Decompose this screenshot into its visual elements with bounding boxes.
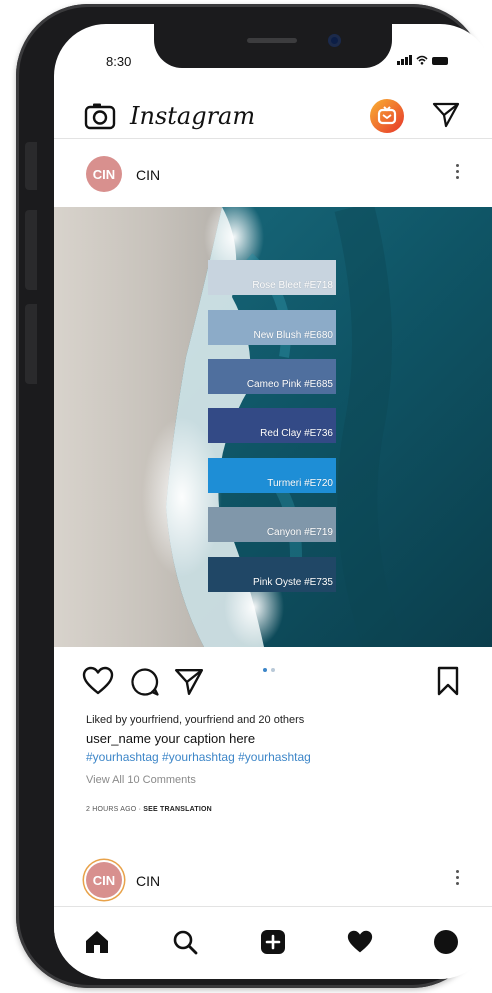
post-meta: 2 HOURS AGO · SEE TRANSLATION [86, 806, 212, 813]
next-post-header: CIN CIN [54, 854, 492, 910]
post-actions [54, 656, 492, 712]
top-bar: Instagram [54, 82, 492, 154]
volume-down-button [25, 304, 37, 384]
direct-message-icon[interactable] [432, 101, 460, 129]
mute-switch [25, 142, 37, 190]
next-post-username[interactable]: CIN [136, 873, 160, 889]
swatch-red-clay: Red Clay #E736 [208, 408, 336, 443]
carousel-dot [271, 668, 275, 672]
like-heart-icon[interactable] [82, 666, 114, 696]
carousel-dot-active [263, 668, 267, 672]
post-username[interactable]: CIN [136, 167, 160, 183]
signal-icon [397, 55, 412, 65]
search-icon[interactable] [172, 929, 198, 955]
battery-icon [432, 57, 448, 65]
bottom-nav [54, 906, 492, 979]
next-post-more-options-icon[interactable] [456, 870, 460, 885]
home-icon[interactable] [84, 929, 110, 955]
post-header: CIN CIN [54, 148, 492, 204]
igtv-icon[interactable] [370, 99, 404, 133]
status-time: 8:30 [106, 54, 132, 69]
more-options-icon[interactable] [456, 164, 460, 179]
view-comments-link[interactable]: View All 10 Comments [86, 774, 196, 786]
comment-icon[interactable] [130, 667, 160, 697]
carousel-indicator [263, 668, 275, 672]
swatch-cameo-pink: Cameo Pink #E685 [208, 359, 336, 394]
hashtags[interactable]: #yourhashtag #yourhashtag #yourhashtag [86, 750, 311, 764]
swatch-turmeri: Turmeri #E720 [208, 458, 336, 493]
swatch-canyon: Canyon #E719 [208, 507, 336, 542]
next-post-avatar[interactable]: CIN [86, 862, 122, 898]
share-icon[interactable] [174, 667, 204, 697]
swatch-new-blush: New Blush #E680 [208, 310, 336, 345]
likes-text[interactable]: Liked by yourfriend, yourfriend and 20 o… [86, 714, 304, 726]
swatch-pink-oyste: Pink Oyste #E735 [208, 557, 336, 592]
swatch-rose-bleet: Rose Bleet #E718 [208, 260, 336, 295]
speaker [247, 38, 297, 43]
activity-heart-icon[interactable] [346, 929, 374, 955]
profile-icon[interactable] [432, 929, 460, 957]
screen: 8:30 Instagram CIN CIN Rose Bleet #E718 … [54, 24, 492, 979]
camera-icon[interactable] [84, 102, 116, 130]
header-divider [54, 138, 492, 139]
notch [154, 24, 392, 68]
time-ago: 2 HOURS AGO [86, 806, 137, 813]
phone-frame: 8:30 Instagram CIN CIN Rose Bleet #E718 … [16, 4, 492, 988]
front-camera [328, 34, 341, 47]
avatar[interactable]: CIN [86, 156, 122, 192]
status-icons [397, 55, 448, 65]
bookmark-icon[interactable] [436, 666, 460, 696]
volume-up-button [25, 210, 37, 290]
new-post-icon[interactable] [260, 929, 286, 955]
caption-text: user_name your caption here [86, 731, 256, 746]
post-image[interactable]: Rose Bleet #E718 New Blush #E680 Cameo P… [54, 207, 492, 647]
wifi-icon [416, 55, 428, 65]
app-title: Instagram [130, 102, 256, 130]
see-translation-link[interactable]: SEE TRANSLATION [143, 806, 212, 813]
